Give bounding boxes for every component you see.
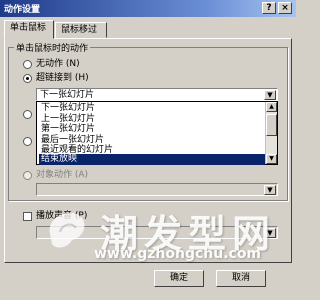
dropdown-scrollbar[interactable]: ▲ ▼ — [265, 102, 277, 164]
hyperlink-label[interactable]: 超链接到 (H) — [36, 73, 89, 84]
no-action-radio[interactable] — [23, 60, 32, 69]
scroll-up-icon[interactable]: ▲ — [266, 102, 277, 112]
close-button[interactable]: × — [278, 2, 292, 14]
tab-mouse-click[interactable]: 单击鼠标 — [4, 20, 54, 39]
object-action-radio[interactable] — [23, 171, 32, 180]
window-title: 动作设置 — [4, 5, 41, 15]
object-action-label: 对象动作 (A) — [36, 170, 89, 180]
hyperlink-radio[interactable] — [23, 74, 32, 83]
hyperlink-select-value: 下一张幻灯片 — [40, 90, 95, 100]
dropdown-item-selected[interactable]: 结束放映 — [39, 154, 265, 165]
dropdown-item[interactable]: 第一张幻灯片 — [39, 124, 265, 135]
tab-label: 鼠标移过 — [61, 25, 98, 35]
chevron-down-icon[interactable]: ▼ — [264, 90, 276, 100]
hyperlink-dropdown-list[interactable]: 下一张幻灯片 上一张幻灯片 第一张幻灯片 最后一张幻灯片 最近观看的幻灯片 结束… — [36, 101, 278, 165]
tab-mouse-over[interactable]: 鼠标移过 — [55, 22, 107, 38]
no-action-label[interactable]: 无动作 (N) — [36, 59, 80, 70]
title-bar: 动作设置 ? × — [0, 0, 296, 17]
cancel-button[interactable]: 取消 — [216, 270, 266, 287]
group-legend: 单击鼠标时的动作 — [14, 41, 91, 54]
watermark-url: www.gzhongchu.com — [94, 246, 262, 262]
help-button[interactable]: ? — [262, 2, 276, 14]
dropdown-item[interactable]: 下一张幻灯片 — [39, 103, 265, 114]
run-program-radio[interactable] — [23, 110, 32, 119]
watermark-logo-icon — [49, 212, 85, 248]
hyperlink-select[interactable]: 下一张幻灯片 ▼ — [36, 88, 278, 101]
scroll-down-icon[interactable]: ▼ — [266, 154, 277, 164]
play-sound-checkbox[interactable] — [23, 212, 32, 221]
run-macro-radio[interactable] — [23, 137, 32, 146]
chevron-down-icon[interactable]: ▼ — [264, 185, 276, 195]
object-action-select[interactable]: ▼ — [36, 183, 278, 196]
ok-button[interactable]: 确定 — [154, 270, 204, 287]
tab-label: 单击鼠标 — [10, 23, 47, 33]
scroll-thumb[interactable] — [266, 114, 277, 136]
